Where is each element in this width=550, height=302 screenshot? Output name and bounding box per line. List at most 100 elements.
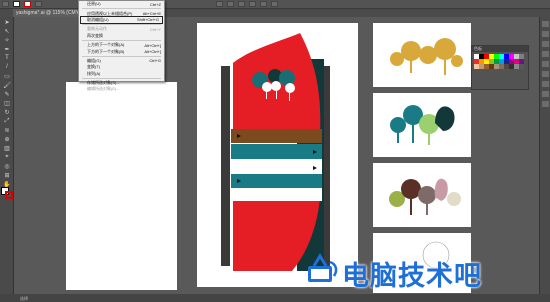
menu-item-shortcut: Ctrl+Y [149, 26, 161, 32]
menu-item-label: 取消编组(U) [87, 16, 109, 22]
panel-dock [539, 17, 550, 302]
left-pole [221, 66, 230, 266]
stroke-panel-icon[interactable] [542, 61, 549, 67]
menu-item-label: 再次变换 [87, 32, 103, 38]
tree-crown [434, 38, 456, 60]
watermark: 电脑技术吧 [304, 250, 540, 292]
color-swatch[interactable] [519, 64, 524, 69]
menu-item-shortcut: Shift+Ctrl+G [136, 17, 159, 23]
menu-item[interactable]: 还原(U) Ctrl+Z [79, 1, 164, 7]
yellow-trees-illustration [390, 38, 463, 75]
teal-sign-stripe [231, 144, 322, 159]
object-menu-dropdown: 还原(U) Ctrl+Z 应用透视以上未描组合(P) Alt+Ctrl+E 取消编组(U… [78, 0, 165, 91]
swatches-grid [472, 52, 528, 71]
tree-trunk [410, 59, 412, 73]
menu-item-shortcut: Alt+Ctrl+] [144, 42, 161, 48]
rotate-tool-icon[interactable]: ↻ [2, 108, 12, 116]
white-sign-stripe [231, 159, 322, 174]
transform-icon[interactable] [227, 1, 234, 7]
selection-label-icon[interactable] [2, 1, 9, 7]
menu-item[interactable]: 再次变换 [79, 33, 164, 39]
menu-item-label: 编辑所选对象(E)... [87, 86, 120, 92]
menu-item[interactable]: 应用透视以上未描组合(P) Alt+Ctrl+E [79, 10, 164, 17]
height-field[interactable] [271, 1, 278, 7]
white-sign-stripe-2 [231, 188, 322, 201]
magic-wand-tool-icon[interactable]: ✧ [2, 36, 12, 44]
teal-sign-stripe-2 [231, 174, 322, 188]
pencil-tool-icon[interactable]: ✎ [2, 90, 12, 98]
direct-selection-tool-icon[interactable]: ↖ [2, 27, 12, 35]
align-icon[interactable] [216, 1, 223, 7]
color-panel-icon[interactable] [542, 21, 549, 27]
tree-trunk [428, 133, 430, 145]
tree-crown [451, 55, 463, 67]
eraser-tool-icon[interactable]: ◫ [2, 99, 12, 107]
shape-builder-tool-icon[interactable]: ⊕ [2, 135, 12, 143]
tree-crown [447, 192, 461, 206]
status-bar: 选择 [0, 294, 550, 302]
menu-separator [82, 8, 161, 10]
artboard-left[interactable] [66, 82, 177, 290]
menu-item-label: 排列(A) [87, 70, 101, 76]
watermark-text: 电脑技术吧 [342, 261, 482, 292]
pen-tool-icon[interactable]: ✒ [2, 45, 12, 53]
swatches-panel-icon[interactable] [542, 31, 549, 37]
paintbrush-tool-icon[interactable]: 🖌 [2, 81, 12, 89]
appearance-panel-icon[interactable] [542, 91, 549, 97]
rectangle-tool-icon[interactable]: ▭ [2, 72, 12, 80]
tools-panel: ➤ ↖ ✧ ✒ T / ▭ 🖌 ✎ ◫ ↻ ⤢ ≋ ⊕ ▥ ⌖ ◎ ⊞ ✋ 🔍 [0, 17, 14, 302]
artboard-tool-icon[interactable]: ⊞ [2, 171, 12, 179]
layers-panel-icon[interactable] [542, 101, 549, 107]
transparency-panel-icon[interactable] [542, 81, 549, 87]
stroke-weight-control[interactable] [35, 1, 42, 7]
menu-item-shortcut: Ctrl+Z [150, 1, 161, 7]
tree-crown [401, 41, 421, 61]
menu-item-label: 应用透视以上未描组合(P) [87, 10, 133, 16]
brushes-panel-icon[interactable] [542, 41, 549, 47]
menu-separator [82, 55, 161, 57]
eyedropper-tool-icon[interactable]: ⌖ [2, 153, 12, 161]
tree-trunk [266, 91, 267, 99]
menu-item[interactable]: 下方的下一个对象(B) Alt+Ctrl+[ [79, 48, 164, 55]
gradient-panel-icon[interactable] [542, 71, 549, 77]
blend-tool-icon[interactable]: ◎ [2, 162, 12, 170]
y-coordinate-field[interactable] [249, 1, 256, 7]
fill-color-swatch[interactable] [13, 1, 20, 7]
tree-trunk [412, 123, 414, 143]
type-tool-icon[interactable]: T [2, 54, 12, 62]
menu-item-label: 上方的下一个对象(A) [87, 42, 125, 48]
tree-trunk [410, 197, 412, 215]
watermark-logo-icon [308, 253, 338, 282]
swatches-panel: 色板 [471, 45, 529, 90]
tree-crown [401, 179, 421, 199]
tree-crown [390, 117, 406, 133]
x-coordinate-field[interactable] [238, 1, 245, 7]
brown-trees-illustration [389, 178, 461, 215]
tree-trunk [426, 203, 428, 215]
scale-tool-icon[interactable]: ⤢ [2, 117, 12, 125]
stroke-color-swatch[interactable] [24, 1, 31, 7]
teal-trees-illustration [390, 105, 455, 145]
symbols-panel-icon[interactable] [542, 51, 549, 57]
menu-item[interactable]: 上方的下一个对象(A) Alt+Ctrl+] [79, 42, 164, 48]
signpost-illustration [221, 33, 330, 271]
stroke-swatch[interactable] [5, 191, 13, 199]
tree-trunk [444, 59, 446, 75]
tree-crown [279, 70, 295, 86]
gradient-tool-icon[interactable]: ▥ [2, 144, 12, 152]
tree-crown [418, 186, 436, 204]
tree-trunk [397, 131, 399, 143]
width-tool-icon[interactable]: ≋ [2, 126, 12, 134]
menu-item[interactable]: 取消编组(U) Shift+Ctrl+G [80, 15, 163, 25]
line-tool-icon[interactable]: / [2, 63, 12, 71]
width-field[interactable] [260, 1, 267, 7]
brown-sign-stripe [231, 129, 322, 143]
menu-separator [82, 77, 161, 79]
menu-item[interactable]: 排列(A) [79, 71, 164, 77]
menu-item-shortcut: Ctrl+G [149, 58, 161, 64]
menu-item[interactable]: 编辑所选对象(E)... [79, 86, 164, 92]
tree-trunk [276, 91, 277, 99]
selection-tool-icon[interactable]: ➤ [2, 18, 12, 26]
status-text: 选择 [20, 296, 28, 301]
menu-item-shortcut: Alt+Ctrl+[ [144, 49, 161, 55]
